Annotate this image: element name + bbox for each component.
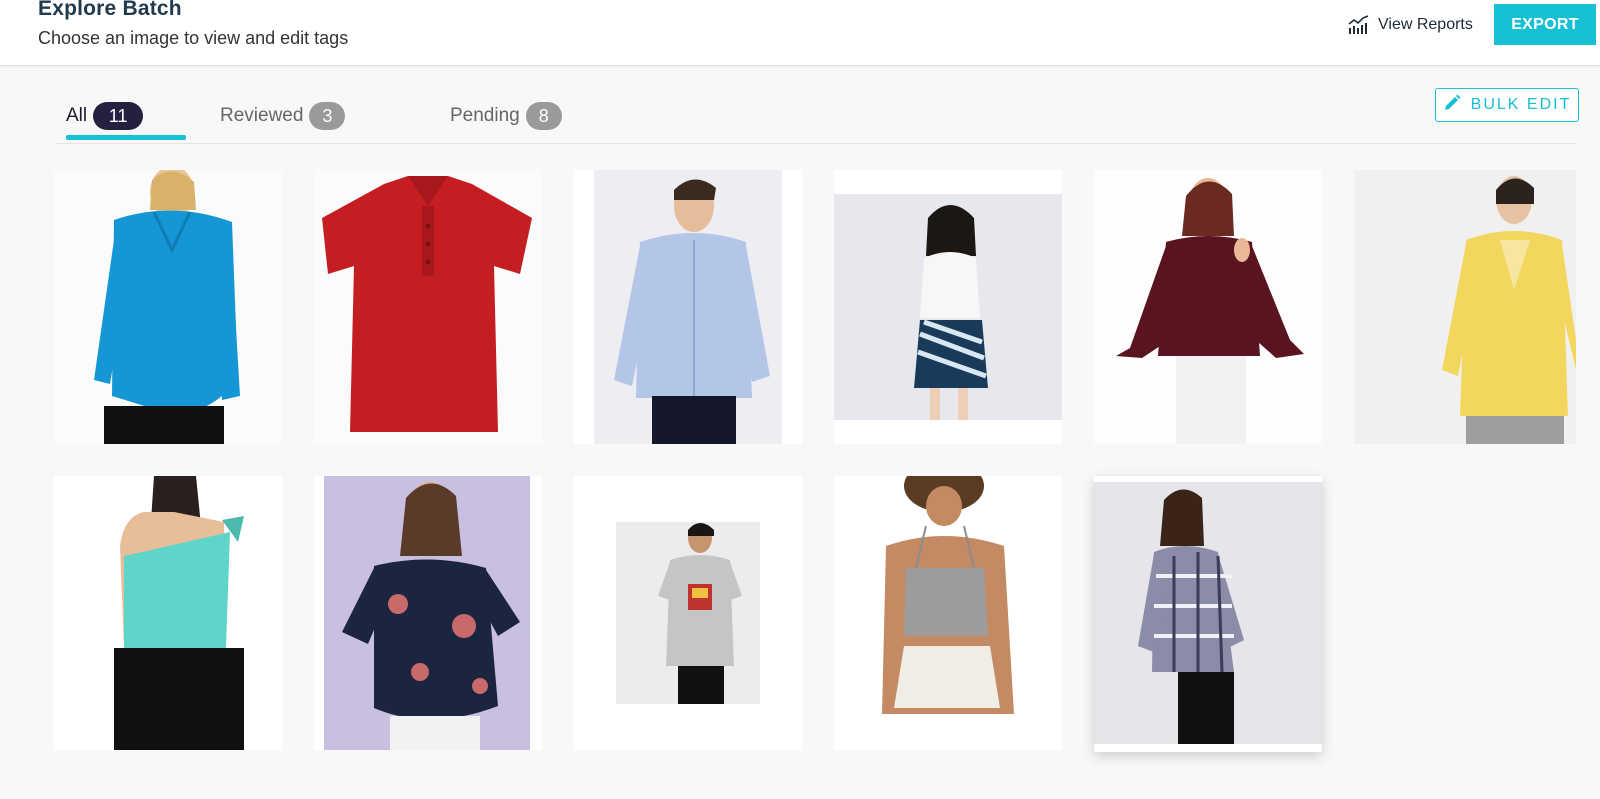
page-header: Explore Batch Choose an image to view an… bbox=[0, 0, 1600, 66]
tab-all[interactable]: All 11 bbox=[66, 94, 186, 138]
image-card[interactable] bbox=[54, 170, 282, 444]
image-card[interactable] bbox=[1354, 170, 1576, 444]
image-card[interactable] bbox=[314, 476, 542, 750]
yellow-sweater-image bbox=[1354, 170, 1576, 444]
image-card[interactable] bbox=[54, 476, 282, 750]
image-card[interactable] bbox=[314, 170, 542, 444]
tab-all-label: All bbox=[66, 105, 88, 126]
image-card[interactable] bbox=[1094, 170, 1322, 444]
tab-reviewed[interactable]: Reviewed 3 bbox=[220, 94, 346, 138]
tab-all-count-badge: 11 bbox=[93, 102, 144, 130]
tab-pending-count-badge: 8 bbox=[525, 102, 562, 130]
tab-reviewed-label: Reviewed bbox=[220, 105, 304, 126]
tab-reviewed-count-badge: 3 bbox=[309, 102, 346, 130]
grey-ribbed-cami-image bbox=[834, 476, 1062, 750]
grey-graphic-tee-image bbox=[574, 476, 802, 750]
pencil-icon bbox=[1443, 94, 1461, 117]
status-tabs: All 11 Reviewed 3 Pending 8 bbox=[56, 90, 1576, 144]
page-title: Explore Batch bbox=[38, 0, 182, 20]
maroon-bell-sleeve-top-image bbox=[1094, 170, 1322, 444]
export-button[interactable]: EXPORT bbox=[1494, 4, 1596, 45]
image-card[interactable] bbox=[574, 170, 802, 444]
image-card[interactable] bbox=[834, 170, 1062, 444]
navy-floral-blouse-image bbox=[314, 476, 542, 750]
active-tab-indicator bbox=[66, 135, 186, 140]
image-card[interactable] bbox=[834, 476, 1062, 750]
bulk-edit-button[interactable]: BULK EDIT bbox=[1435, 88, 1579, 122]
view-reports-link[interactable]: View Reports bbox=[1348, 13, 1473, 37]
bulk-edit-label: BULK EDIT bbox=[1470, 96, 1572, 113]
red-polo-shirt-image bbox=[314, 170, 542, 444]
page-subtitle: Choose an image to view and edit tags bbox=[38, 28, 349, 48]
mint-one-shoulder-top-image bbox=[54, 476, 282, 750]
view-reports-label: View Reports bbox=[1378, 16, 1473, 33]
tab-pending-label: Pending bbox=[450, 105, 520, 126]
light-blue-oxford-shirt-image bbox=[574, 170, 802, 444]
image-card[interactable] bbox=[574, 476, 802, 750]
plaid-blouse-image bbox=[1094, 476, 1322, 752]
image-card[interactable] bbox=[1094, 476, 1322, 752]
white-tank-striped-skirt-image bbox=[834, 170, 1062, 444]
tab-pending[interactable]: Pending 8 bbox=[450, 94, 562, 138]
line-chart-icon bbox=[1348, 15, 1370, 35]
blue-wrap-blouse-image bbox=[54, 170, 282, 444]
